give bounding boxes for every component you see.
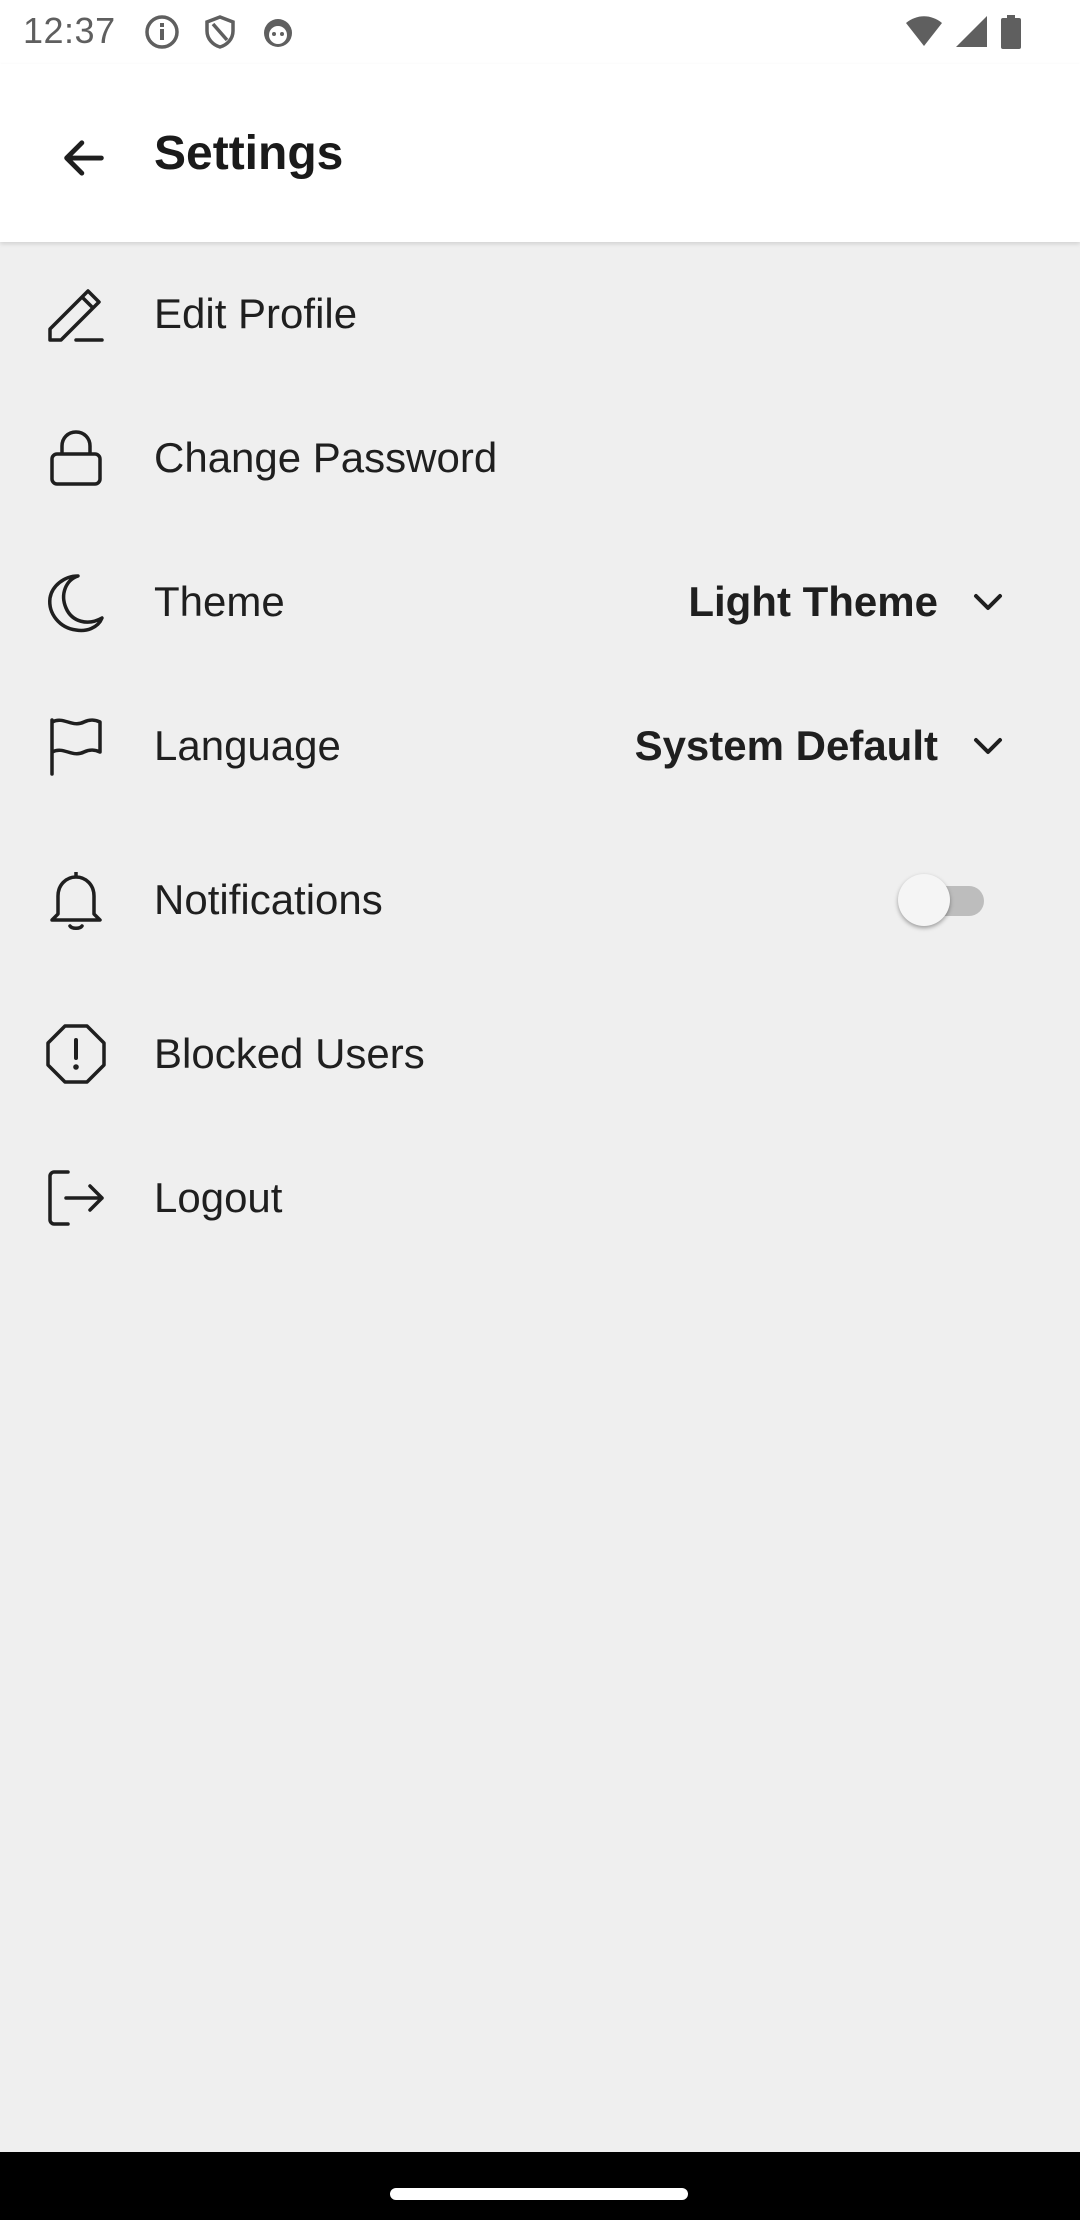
info-icon <box>145 15 179 49</box>
octagon-alert-icon <box>46 1024 106 1084</box>
settings-item-label: Theme <box>154 578 285 625</box>
language-selected-value: System Default <box>634 722 938 769</box>
toggle-thumb <box>898 874 950 926</box>
theme-dropdown[interactable]: Light Theme <box>688 578 1008 626</box>
settings-item-label: Notifications <box>154 876 383 923</box>
wifi-icon <box>906 16 942 46</box>
settings-item-label: Language <box>154 722 341 769</box>
bell-icon <box>50 872 102 930</box>
language-dropdown[interactable]: System Default <box>635 722 1008 770</box>
settings-item-label: Blocked Users <box>154 1030 425 1077</box>
status-time: 12:37 <box>23 10 116 51</box>
signal-icon <box>956 16 987 47</box>
settings-item-blocked-users[interactable]: Blocked Users <box>0 982 1080 1126</box>
chevron-down-icon <box>974 738 1002 754</box>
battery-icon <box>1001 15 1021 49</box>
settings-item-change-password[interactable]: Change Password <box>0 386 1080 530</box>
settings-item-theme[interactable]: Theme Light Theme <box>0 530 1080 674</box>
system-nav-bar <box>0 2152 1080 2220</box>
status-bar: 12:37 <box>0 0 1080 64</box>
settings-item-language[interactable]: Language System Default <box>0 674 1080 818</box>
notifications-toggle[interactable] <box>898 874 984 926</box>
settings-item-label: Change Password <box>154 434 498 481</box>
arrow-back-icon <box>64 140 104 176</box>
back-button[interactable] <box>44 118 124 198</box>
page-title: Settings <box>154 127 344 180</box>
app-bar: Settings <box>0 64 1080 242</box>
settings-item-label: Edit Profile <box>154 290 358 337</box>
android-icon <box>264 19 292 47</box>
pencil-icon <box>48 289 104 342</box>
lock-icon <box>50 430 102 486</box>
settings-item-label: Logout <box>154 1174 283 1221</box>
settings-item-notifications: Notifications <box>0 828 1080 972</box>
shield-icon <box>205 15 235 49</box>
logout-icon <box>48 1170 104 1226</box>
theme-selected-value: Light Theme <box>688 578 938 625</box>
status-icons-right <box>904 14 1022 50</box>
settings-item-logout[interactable]: Logout <box>0 1126 1080 1270</box>
chevron-down-icon <box>974 594 1002 610</box>
home-indicator[interactable] <box>390 2188 688 2200</box>
flag-icon <box>50 718 102 776</box>
status-icons-left <box>144 14 296 50</box>
moon-icon <box>48 574 104 633</box>
settings-item-edit-profile[interactable]: Edit Profile <box>0 242 1080 386</box>
